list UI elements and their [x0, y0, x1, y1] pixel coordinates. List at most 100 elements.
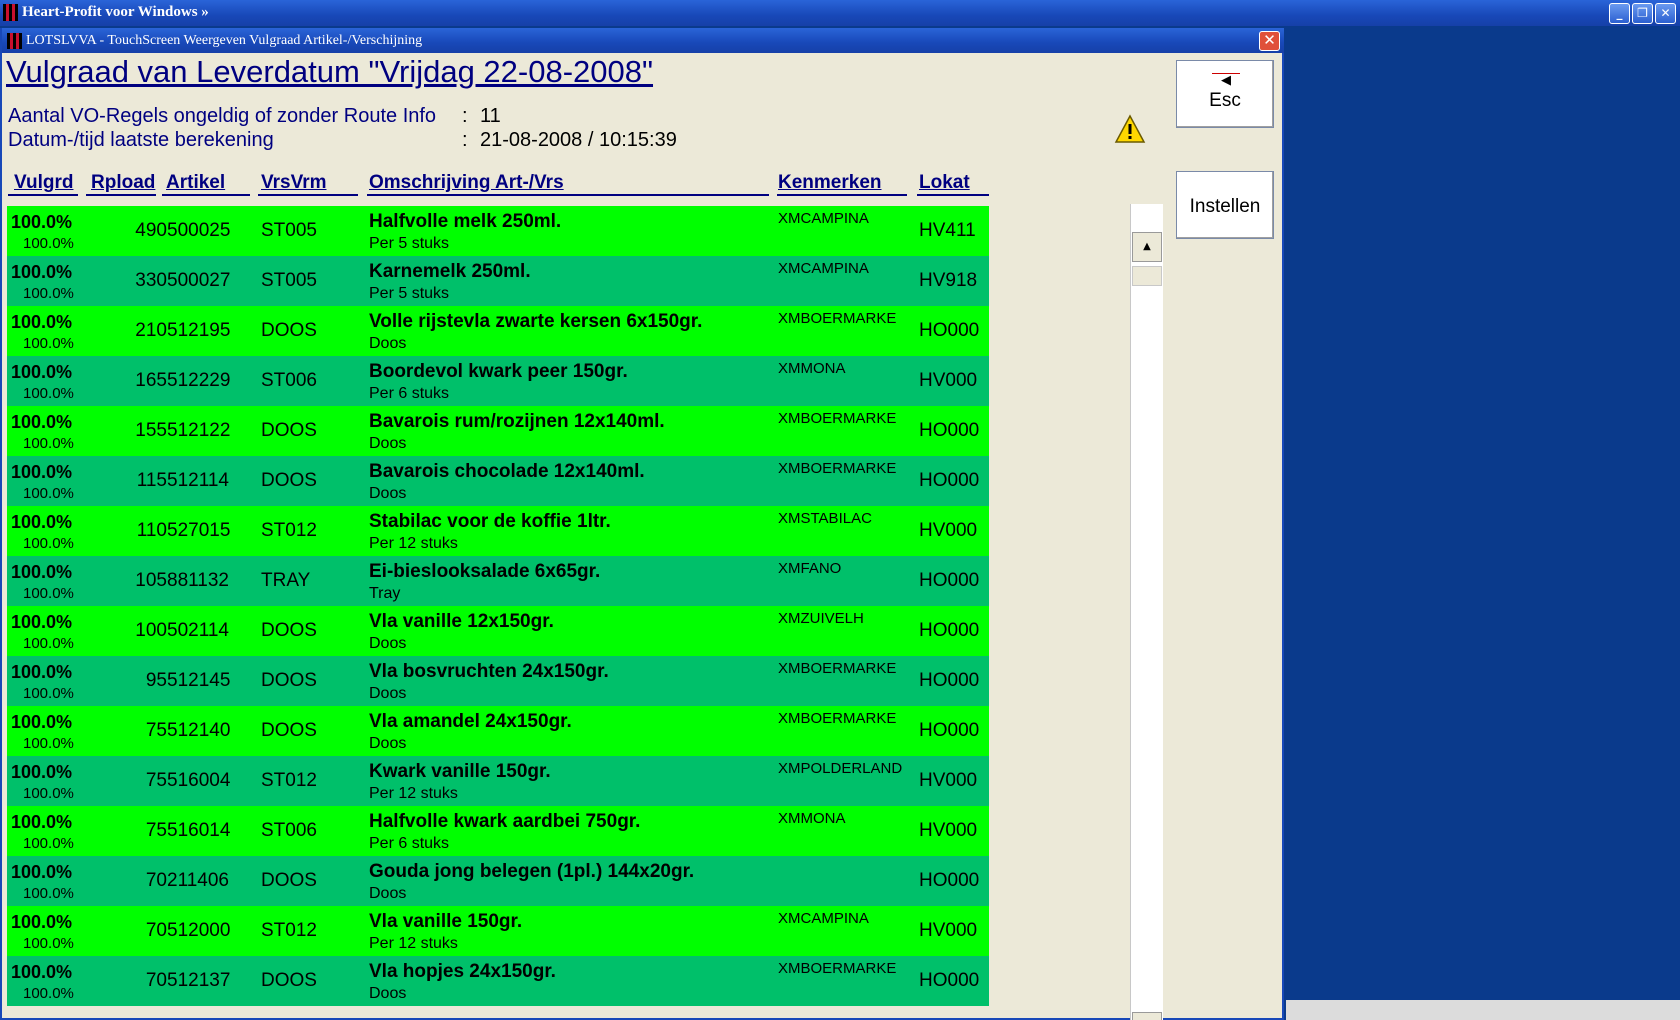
- cell-vulgrd: 100.0%: [11, 712, 73, 732]
- scroll-down-icon[interactable]: ▼: [1132, 1012, 1162, 1020]
- col-header-artikel[interactable]: Artikel: [166, 172, 225, 194]
- cell-omschrijving-sub: Per 5 stuks: [369, 285, 450, 302]
- app-close-icon[interactable]: ✕: [1655, 3, 1676, 24]
- cell-vulgrd-sub: 100.0%: [23, 735, 74, 752]
- table-row[interactable]: 100.0% 100.0% 155 512122 DOOS Bavarois rum/ro…: [7, 406, 989, 456]
- table-row[interactable]: 100.0% 100.0% 75 512140 DOOS Vla amandel 24x1…: [7, 706, 989, 756]
- cell-artikel: 502114: [167, 620, 229, 641]
- window-close-button[interactable]: ✕: [1259, 31, 1280, 51]
- cell-artikel: 516004: [167, 770, 231, 791]
- col-header-lokat[interactable]: Lokat: [919, 172, 970, 194]
- cell-vrsvrm: ST012: [261, 920, 317, 941]
- cell-vrsvrm: DOOS: [261, 670, 317, 691]
- table-row[interactable]: 100.0% 100.0% 70 512000 ST012 Vla vanille 150…: [7, 906, 989, 956]
- cell-vulgrd-sub: 100.0%: [23, 535, 74, 552]
- cell-rpload: 105: [135, 570, 167, 591]
- scroll-up-icon[interactable]: ▲: [1132, 232, 1162, 262]
- cell-omschrijving: Vla vanille 12x150gr.: [369, 611, 554, 632]
- cell-kenmerken: XMZUIVELH: [778, 610, 864, 627]
- cell-vulgrd-sub: 100.0%: [23, 835, 74, 852]
- cell-rpload: 490: [135, 220, 167, 241]
- cell-vrsvrm: DOOS: [261, 420, 317, 441]
- cell-lokat: HO000: [919, 320, 980, 341]
- window-titlebar: LOTSLVVA - TouchScreen Weergeven Vulgraa…: [2, 28, 1284, 53]
- cell-lokat: HV411: [919, 220, 976, 241]
- cell-artikel: 512137: [167, 970, 231, 991]
- cell-vrsvrm: TRAY: [261, 570, 311, 591]
- cell-kenmerken: XMBOERMARKE: [778, 960, 897, 977]
- cell-kenmerken: XMBOERMARKE: [778, 410, 897, 427]
- cell-rpload: 330: [135, 270, 167, 291]
- cell-vulgrd: 100.0%: [11, 762, 73, 782]
- cell-lokat: HO000: [919, 620, 980, 641]
- table-row[interactable]: 100.0% 100.0% 330 500027 ST005 Karnemelk 250m…: [7, 256, 989, 306]
- cell-vulgrd: 100.0%: [11, 612, 73, 632]
- cell-rpload: 115: [136, 470, 167, 491]
- cell-rpload: 110: [136, 520, 167, 541]
- cell-artikel: 516014: [167, 820, 231, 841]
- col-header-vulgrd[interactable]: Vulgrd: [14, 172, 73, 194]
- cell-vrsvrm: ST012: [261, 520, 317, 541]
- cell-omschrijving-sub: Doos: [369, 435, 407, 452]
- cell-rpload: 165: [135, 370, 167, 391]
- table-row[interactable]: 100.0% 100.0% 100 502114 DOOS Vla vanille 12x…: [7, 606, 989, 656]
- table-row[interactable]: 100.0% 100.0% 70 512137 DOOS Vla hopjes 24x15…: [7, 956, 989, 1006]
- cell-omschrijving: Ei-bieslooksalade 6x65gr.: [369, 561, 601, 582]
- col-underline: [8, 194, 78, 196]
- cell-artikel: 500027: [167, 270, 231, 291]
- table-row[interactable]: 100.0% 100.0% 490 500025 ST005 Halfvolle melk…: [7, 206, 989, 256]
- instellen-button[interactable]: Instellen: [1176, 171, 1274, 239]
- cell-lokat: HV000: [919, 920, 978, 941]
- cell-vulgrd-sub: 100.0%: [23, 385, 74, 402]
- cell-vulgrd: 100.0%: [11, 662, 73, 682]
- table-row[interactable]: 100.0% 100.0% 165 512229 ST006 Boordevol kwar…: [7, 356, 989, 406]
- cell-omschrijving: Volle rijstevla zwarte kersen 6x150gr.: [369, 311, 703, 332]
- cell-vulgrd-sub: 100.0%: [23, 435, 74, 452]
- vertical-scrollbar[interactable]: ▲ ▼: [1130, 204, 1163, 1020]
- cell-omschrijving: Vla amandel 24x150gr.: [369, 711, 572, 732]
- page-title: Vulgraad van Leverdatum "Vrijdag 22-08-2…: [6, 54, 654, 89]
- table-row[interactable]: 100.0% 100.0% 210 512195 DOOS Volle rijstevla…: [7, 306, 989, 356]
- col-header-kenmerken[interactable]: Kenmerken: [778, 172, 882, 194]
- table-row[interactable]: 100.0% 100.0% 75 516004 ST012 Kwark vanille 1…: [7, 756, 989, 806]
- cell-vrsvrm: DOOS: [261, 720, 317, 741]
- cell-vulgrd: 100.0%: [11, 812, 73, 832]
- cell-omschrijving-sub: Doos: [369, 485, 407, 502]
- scroll-thumb[interactable]: [1132, 266, 1162, 286]
- col-header-vrsvrm[interactable]: VrsVrm: [261, 172, 327, 194]
- cell-omschrijving: Vla bosvruchten 24x150gr.: [369, 661, 609, 682]
- table-row[interactable]: 100.0% 100.0% 105 881132 TRAY Ei-bieslooksala…: [7, 556, 989, 606]
- info-calc-label: Datum-/tijd laatste berekening: [8, 129, 274, 151]
- info-colon: :: [462, 129, 468, 151]
- col-underline: [917, 194, 989, 196]
- info-invalid-label: Aantal VO-Regels ongeldig of zonder Rout…: [8, 105, 437, 127]
- cell-lokat: HV918: [919, 270, 978, 291]
- restore-icon[interactable]: ❐: [1632, 3, 1653, 24]
- cell-kenmerken: XMBOERMARKE: [778, 460, 897, 477]
- warning-icon: [1114, 114, 1146, 143]
- table-row[interactable]: 100.0% 100.0% 75 516014 ST006 Halfvolle kwark…: [7, 806, 989, 856]
- cell-omschrijving-sub: Per 12 stuks: [369, 535, 458, 552]
- cell-vrsvrm: ST005: [261, 270, 317, 291]
- cell-omschrijving: Karnemelk 250ml.: [369, 261, 531, 282]
- cell-artikel: 500025: [167, 220, 231, 241]
- table-row[interactable]: 100.0% 100.0% 70 211406 DOOS Gouda jong beleg…: [7, 856, 989, 906]
- col-underline: [86, 194, 156, 196]
- cell-lokat: HO000: [919, 970, 980, 991]
- col-header-rpload[interactable]: Rpload: [91, 172, 155, 194]
- cell-rpload: 75: [145, 770, 167, 791]
- cell-omschrijving-sub: Doos: [369, 685, 407, 702]
- cell-lokat: HO000: [919, 670, 980, 691]
- cell-omschrijving: Gouda jong belegen (1pl.) 144x20gr.: [369, 861, 695, 882]
- cell-artikel: 512229: [167, 370, 231, 391]
- minimize-icon[interactable]: _: [1609, 3, 1630, 24]
- cell-vrsvrm: ST006: [261, 820, 317, 841]
- table-row[interactable]: 100.0% 100.0% 95 512145 DOOS Vla bosvruchten …: [7, 656, 989, 706]
- esc-button[interactable]: ◀ Esc: [1176, 60, 1274, 128]
- info-calc-value: 21-08-2008 / 10:15:39: [480, 129, 677, 151]
- col-underline: [258, 194, 358, 196]
- cell-lokat: HO000: [919, 570, 980, 591]
- table-row[interactable]: 100.0% 100.0% 110 527015 ST012 Stabilac voor …: [7, 506, 989, 556]
- table-row[interactable]: 100.0% 100.0% 115 512114 DOOS Bavarois chocol…: [7, 456, 989, 506]
- col-header-omschrijving[interactable]: Omschrijving Art-/Vrs: [369, 172, 564, 194]
